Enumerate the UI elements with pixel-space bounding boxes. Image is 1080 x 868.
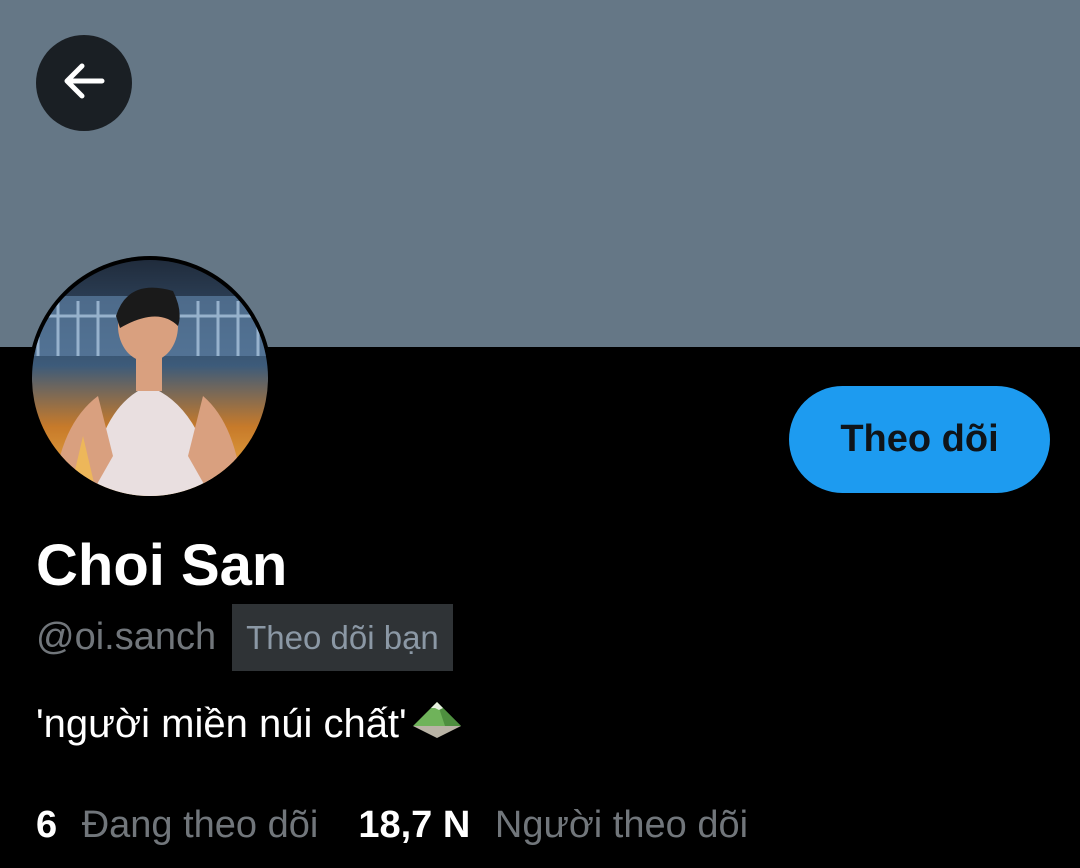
back-button[interactable] [36, 35, 132, 131]
user-handle: @oi.sanch [36, 616, 217, 658]
handle-row: @oi.sanch Theo dõi bạn [36, 604, 453, 671]
display-name: Choi San [36, 533, 288, 598]
arrow-left-icon [58, 55, 110, 112]
followers-count: 18,7 N [358, 803, 471, 846]
following-count: 6 [36, 803, 58, 846]
mountain-icon [411, 696, 463, 753]
avatar[interactable] [28, 256, 272, 500]
followers-link[interactable]: 18,7 N Người theo dõi [358, 804, 748, 847]
following-link[interactable]: 6 Đang theo dõi [36, 804, 318, 847]
following-label: Đang theo dõi [81, 803, 319, 846]
bio: 'người miền núi chất' [36, 698, 463, 750]
follow-button[interactable]: Theo dõi [789, 386, 1050, 493]
follows-you-badge: Theo dõi bạn [232, 604, 453, 671]
bio-text: 'người miền núi chất' [36, 702, 407, 746]
followers-label: Người theo dõi [494, 803, 749, 846]
follow-stats: 6 Đang theo dõi 18,7 N Người theo dõi [36, 798, 748, 852]
